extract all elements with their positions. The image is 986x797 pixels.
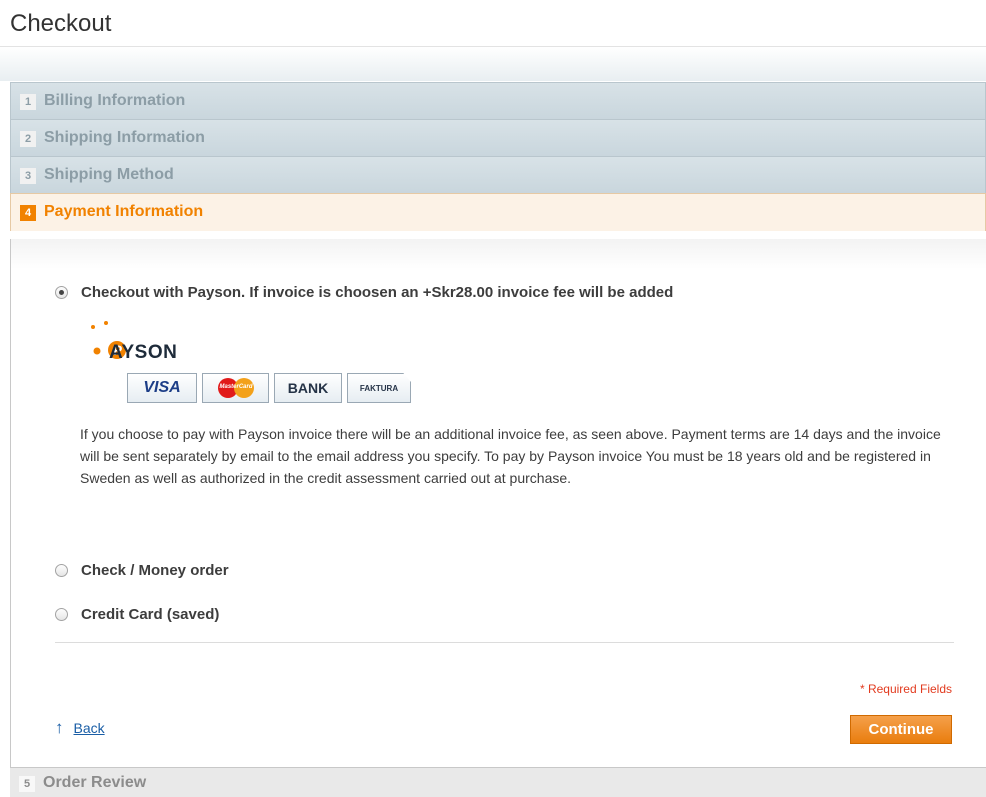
payment-card-badges: VISA MasterCard BANK FAKTURA: [127, 373, 411, 403]
required-fields-note: * Required Fields: [859, 682, 952, 696]
payment-method-check-money-order[interactable]: Check / Money order: [55, 560, 229, 580]
step-number: 3: [20, 168, 36, 184]
payson-radio[interactable]: [55, 285, 68, 299]
step-shipping-method[interactable]: 3 Shipping Method: [10, 156, 986, 193]
mastercard-text: MasterCard: [219, 384, 253, 390]
step-number: 2: [20, 131, 36, 147]
continue-button[interactable]: Continue: [850, 715, 952, 744]
page-title-bar: Checkout: [0, 0, 986, 47]
step-shipping-information[interactable]: 2 Shipping Information: [10, 119, 986, 156]
back-link[interactable]: ↑ Back: [55, 718, 105, 738]
payment-method-payson[interactable]: Checkout with Payson. If invoice is choo…: [55, 282, 673, 302]
payson-logo-text: AYSON: [109, 342, 178, 363]
back-link-label[interactable]: Back: [74, 720, 105, 736]
step-label: Order Review: [43, 774, 147, 791]
step-label: Shipping Method: [44, 166, 174, 183]
step-number: 5: [19, 776, 35, 792]
mastercard-icon: MasterCard: [217, 378, 254, 398]
credit-card-label[interactable]: Credit Card (saved): [81, 606, 219, 623]
visa-badge: VISA: [127, 373, 197, 403]
mastercard-badge: MasterCard: [202, 373, 269, 403]
step-label: Payment Information: [44, 203, 204, 220]
bank-badge: BANK: [274, 373, 342, 403]
step-label: Shipping Information: [44, 129, 205, 146]
divider: [55, 642, 954, 643]
payment-method-credit-card[interactable]: Credit Card (saved): [55, 604, 219, 624]
step-number: 1: [20, 94, 36, 110]
check-money-order-radio[interactable]: [55, 563, 68, 577]
step-number: 4: [20, 205, 36, 221]
page-title: Checkout: [10, 10, 112, 37]
checkout-steps: 1 Billing Information 2 Shipping Informa…: [10, 82, 986, 231]
title-band: [0, 47, 986, 81]
step-order-review[interactable]: 5 Order Review: [10, 767, 986, 797]
credit-card-radio[interactable]: [55, 607, 68, 621]
payson-description: If you choose to pay with Payson invoice…: [80, 426, 941, 486]
faktura-badge: FAKTURA: [347, 373, 411, 403]
payson-method-label[interactable]: Checkout with Payson. If invoice is choo…: [81, 284, 673, 301]
step-billing-information[interactable]: 1 Billing Information: [10, 82, 986, 119]
payment-section: Checkout with Payson. If invoice is choo…: [10, 239, 986, 767]
check-money-order-label[interactable]: Check / Money order: [81, 562, 229, 579]
step-label: Billing Information: [44, 92, 186, 109]
arrow-up-icon: ↑: [55, 718, 64, 737]
step-payment-information: 4 Payment Information: [10, 193, 986, 231]
